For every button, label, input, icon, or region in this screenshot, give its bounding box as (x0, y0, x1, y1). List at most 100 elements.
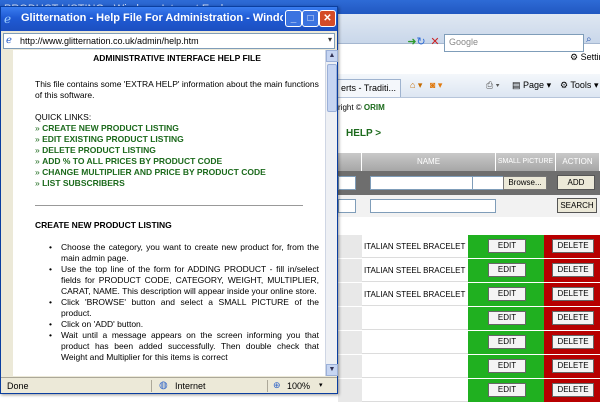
edit-button[interactable]: EDIT (488, 359, 526, 373)
delete-button[interactable]: DELETE (552, 287, 594, 301)
delete-cell: DELETE (544, 235, 600, 258)
stop-icon[interactable]: ✕ (428, 34, 442, 50)
quick-link[interactable]: CREATE NEW PRODUCT LISTING (42, 123, 179, 133)
quick-link[interactable]: ADD % TO ALL PRICES BY PRODUCT CODE (42, 156, 222, 166)
zoom-level[interactable]: 100% (287, 381, 310, 391)
edit-button[interactable]: EDIT (488, 311, 526, 325)
status-separator (267, 380, 268, 392)
close-button[interactable]: ✕ (319, 10, 336, 27)
quick-link-item: » DELETE PRODUCT LISTING (35, 145, 319, 156)
maximize-button[interactable]: □ (302, 10, 319, 27)
copyright-brand: ORIM (363, 103, 385, 112)
delete-button[interactable]: DELETE (552, 263, 594, 277)
globe-icon: ◍ (159, 380, 168, 391)
feed-icon[interactable]: ◙ ▾ (430, 80, 442, 94)
add-button[interactable]: ADD (557, 175, 595, 190)
search-name-field[interactable] (370, 199, 496, 213)
table-row: EDIT DELETE (338, 331, 600, 354)
delete-button[interactable]: DELETE (552, 359, 594, 373)
delete-cell: DELETE (544, 355, 600, 378)
edit-button[interactable]: EDIT (488, 263, 526, 277)
picture-file-field[interactable] (472, 176, 504, 190)
edit-button[interactable]: EDIT (488, 383, 526, 397)
instruction-list: Choose the category, you want to create … (47, 242, 319, 363)
copyright-prefix: right © (338, 103, 362, 112)
page-icon: ℯ (6, 35, 12, 46)
instruction-item: Click on 'ADD' button. (47, 319, 319, 330)
security-zone: Internet (175, 381, 206, 391)
print-icon[interactable]: ⎙ ▾ (486, 80, 499, 94)
delete-cell: DELETE (544, 283, 600, 306)
search-icon[interactable]: ⌕ (586, 34, 600, 52)
popup-title-bar[interactable]: ℯ Glitternation - Help File For Administ… (1, 7, 337, 31)
address-dropdown-icon[interactable]: ▾ (328, 35, 332, 44)
minimize-button[interactable]: _ (285, 10, 302, 27)
edit-cell: EDIT (468, 307, 544, 330)
page-menu[interactable]: ▤ Page ▾ (512, 80, 551, 94)
home-icon[interactable]: ⌂ ▾ (410, 80, 422, 94)
help-link[interactable]: HELP > (346, 128, 381, 139)
zoom-icon[interactable]: ⊕ (273, 380, 281, 391)
page-icon: ▤ (512, 80, 521, 90)
quick-link[interactable]: DELETE PRODUCT LISTING (42, 145, 156, 155)
scroll-thumb[interactable] (327, 64, 337, 112)
quick-link-item: » CREATE NEW PRODUCT LISTING (35, 123, 319, 134)
delete-cell: DELETE (544, 379, 600, 402)
edit-button[interactable]: EDIT (488, 335, 526, 349)
edit-button[interactable]: EDIT (488, 287, 526, 301)
edit-cell: EDIT (468, 331, 544, 354)
quick-link-item: » EDIT EXISTING PRODUCT LISTING (35, 134, 319, 145)
refresh-icon[interactable]: ↻ (414, 34, 428, 50)
table-row: EDIT DELETE (338, 307, 600, 330)
gear-icon: ⚙ (570, 52, 579, 62)
row-left-cell (338, 259, 362, 282)
header-left-cell (338, 153, 362, 171)
popup-url[interactable]: http://www.glitternation.co.uk/admin/hel… (20, 36, 199, 46)
add-code-field[interactable] (338, 176, 356, 190)
edit-cell: EDIT (468, 379, 544, 402)
scroll-down-icon[interactable]: ▼ (326, 364, 338, 376)
row-left-cell (338, 379, 362, 402)
delete-button[interactable]: DELETE (552, 335, 594, 349)
page-menu-label: Page (523, 80, 545, 90)
header-small-picture: SMALL PICTURE (496, 153, 556, 171)
quick-link[interactable]: LIST SUBSCRIBERS (42, 178, 125, 188)
row-left-cell (338, 283, 362, 306)
add-product-row: Browse... ADD (338, 171, 600, 195)
instruction-item: Use the top line of the form for ADDING … (47, 264, 319, 297)
help-content: ADMINISTRATIVE INTERFACE HELP FILE This … (13, 50, 325, 376)
popup-title: Glitternation - Help File For Administra… (21, 12, 283, 24)
header-name: NAME (362, 153, 496, 171)
edit-button[interactable]: EDIT (488, 239, 526, 253)
header-action: ACTION (556, 153, 600, 171)
search-code-field[interactable] (338, 199, 356, 213)
table-row: ITALIAN STEEL BRACELET EDIT DELETE (338, 259, 600, 282)
popup-status-bar: Done ◍ Internet ⊕ 100% ▾ (1, 377, 337, 393)
quick-link[interactable]: CHANGE MULTIPLIER AND PRICE BY PRODUCT C… (42, 167, 266, 177)
search-product-row: SEARCH (338, 195, 600, 217)
zoom-dropdown-icon[interactable]: ▾ (319, 381, 323, 389)
search-input[interactable]: Google (444, 34, 584, 52)
search-button[interactable]: SEARCH (557, 198, 597, 213)
status-separator (151, 380, 152, 392)
product-table-header: NAME SMALL PICTURE ACTION (338, 153, 600, 171)
delete-button[interactable]: DELETE (552, 311, 594, 325)
copyright-text: right © ORIM (338, 103, 385, 112)
quick-link-item: » ADD % TO ALL PRICES BY PRODUCT CODE (35, 156, 319, 167)
delete-button[interactable]: DELETE (552, 239, 594, 253)
delete-button[interactable]: DELETE (552, 383, 594, 397)
product-rows: ITALIAN STEEL BRACELET EDIT DELETE ITALI… (338, 235, 600, 402)
browser-tab[interactable]: erts - Traditi... (337, 79, 401, 97)
scroll-up-icon[interactable]: ▲ (326, 50, 338, 62)
table-row: EDIT DELETE (338, 355, 600, 378)
quick-links-list: » CREATE NEW PRODUCT LISTING » EDIT EXIS… (35, 123, 319, 189)
browse-button[interactable]: Browse... (503, 176, 547, 190)
popup-address-bar[interactable]: ℯ http://www.glitternation.co.uk/admin/h… (3, 33, 335, 49)
quick-link[interactable]: EDIT EXISTING PRODUCT LISTING (42, 134, 184, 144)
instruction-item: Click 'BROWSE' button and select a SMALL… (47, 297, 319, 319)
delete-cell: DELETE (544, 307, 600, 330)
vertical-scrollbar[interactable]: ▲ ▼ (325, 50, 338, 376)
tools-menu[interactable]: ⚙ Tools ▾ (560, 80, 598, 94)
product-name: ITALIAN STEEL BRACELET (364, 266, 466, 275)
settings-button[interactable]: ⚙ Setting (570, 52, 600, 70)
